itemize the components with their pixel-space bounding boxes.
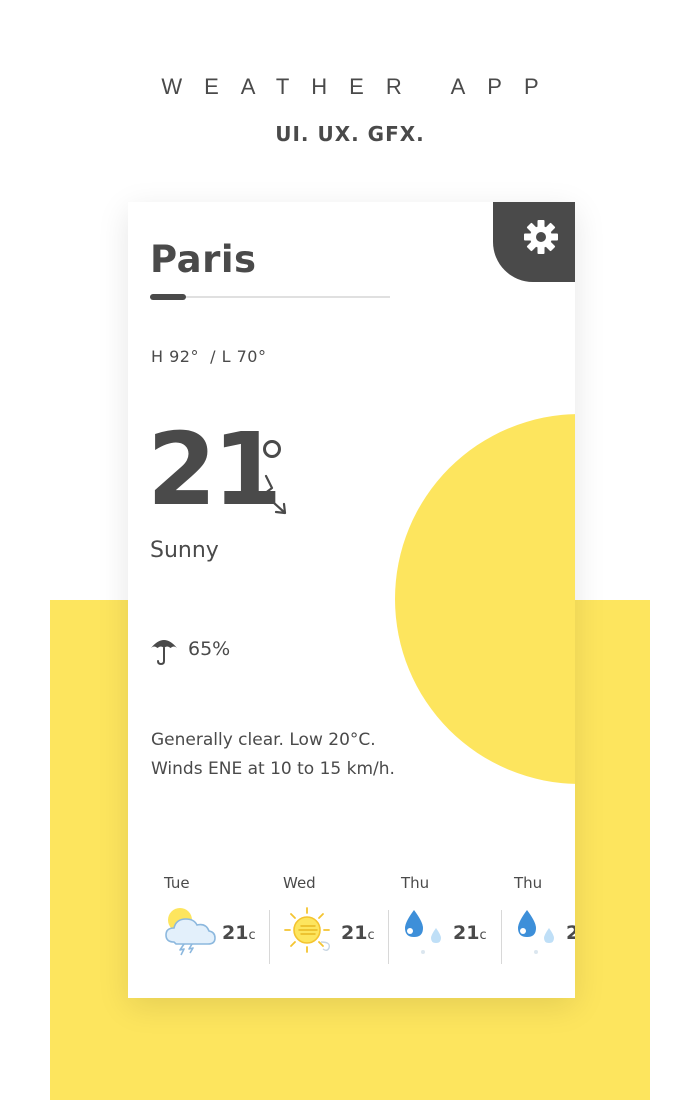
weather-condition: Sunny xyxy=(150,538,219,563)
forecast-day-temp: 21c xyxy=(453,922,487,944)
forecast-day-label: Wed xyxy=(283,874,316,892)
umbrella-icon xyxy=(151,640,177,666)
precipitation-chance: 65% xyxy=(188,638,231,660)
forecast-day-label: Thu xyxy=(514,874,543,892)
hero-title: WEATHER APP xyxy=(161,74,561,99)
forecast-day-temp: 21c xyxy=(222,922,256,944)
gear-icon xyxy=(524,220,558,254)
current-temperature: 21 xyxy=(147,411,282,528)
forecast-day-label: Thu xyxy=(401,874,430,892)
city-underline-accent xyxy=(150,294,186,300)
high-low-temps: H 92° / L 70° xyxy=(151,347,267,366)
forecast-day-temp: 21c xyxy=(341,922,375,944)
sun-windy-icon xyxy=(284,907,331,953)
weather-card: Paris H 92° / L 70° 21 Sunny 65% General… xyxy=(128,202,575,998)
rain-drops-icon xyxy=(518,910,554,954)
forecast-divider xyxy=(501,910,502,964)
weather-summary: Generally clear. Low 20°C. Winds ENE at … xyxy=(151,726,451,784)
summary-line: Winds ENE at 10 to 15 km/h. xyxy=(151,759,395,779)
settings-button[interactable] xyxy=(493,202,575,282)
city-name: Paris xyxy=(150,238,257,281)
city-underline xyxy=(150,296,390,298)
rain-drops-icon xyxy=(405,910,441,954)
cloud-thunder-sun-icon xyxy=(165,908,216,956)
forecast-day-label: Tue xyxy=(164,874,190,892)
forecast-divider xyxy=(269,910,270,964)
forecast-strip[interactable]: Tue 21c Wed 21c Thu 21c Thu 2 xyxy=(128,874,575,974)
hero-subtitle: UI. UX. GFX. xyxy=(275,122,425,146)
forecast-day-temp: 2 xyxy=(566,922,575,944)
summary-line: Generally clear. Low 20°C. xyxy=(151,730,376,750)
trend-down-icon xyxy=(262,474,287,515)
forecast-divider xyxy=(388,910,389,964)
degree-symbol xyxy=(263,440,281,458)
